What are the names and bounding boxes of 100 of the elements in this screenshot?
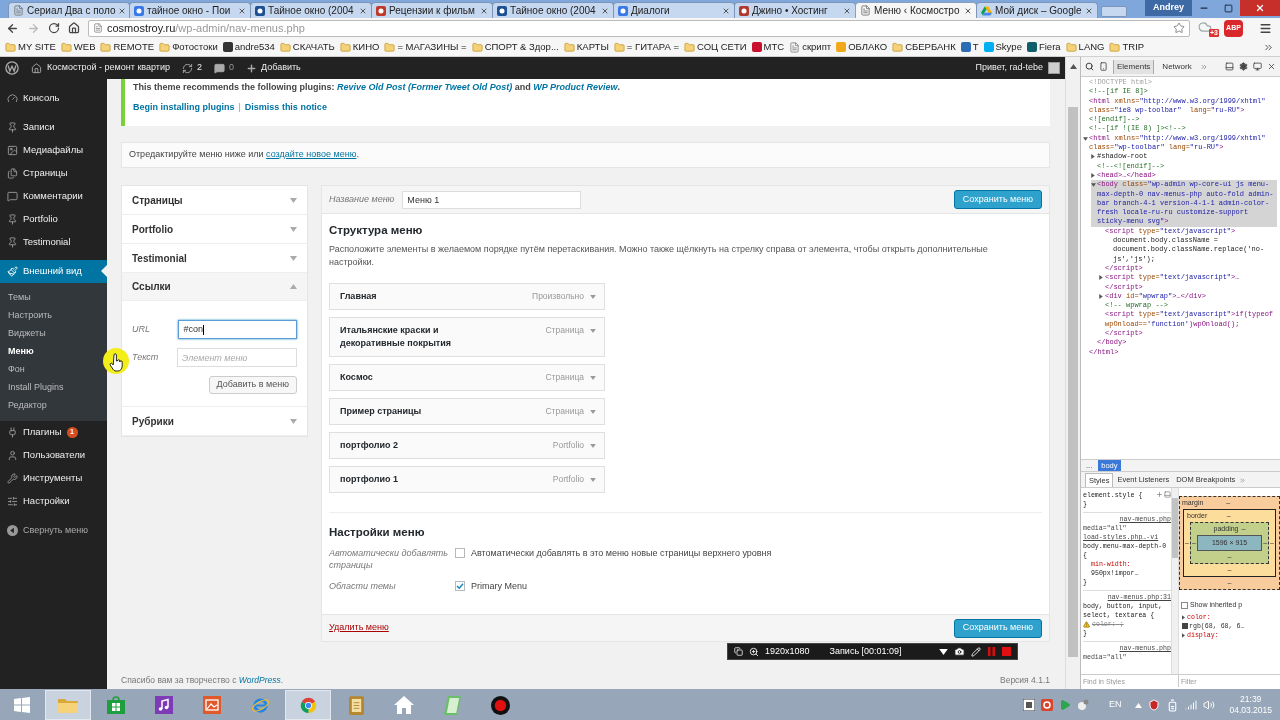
notice-action-link[interactable]: Dismiss this notice <box>244 102 327 113</box>
home-icon[interactable] <box>68 22 80 34</box>
bookmark[interactable]: КАРТЫ <box>562 39 610 55</box>
sidebar-item[interactable]: Записи <box>0 116 107 139</box>
submenu-item[interactable]: Меню <box>0 343 107 361</box>
bookmark[interactable]: LANG <box>1064 39 1106 55</box>
bookmark[interactable]: СОЦ СЕТИ <box>683 39 748 55</box>
camera-icon[interactable] <box>954 646 965 657</box>
checkbox[interactable] <box>455 548 465 558</box>
checkbox[interactable] <box>1181 601 1188 609</box>
menu-icon[interactable] <box>1259 21 1272 35</box>
close-icon[interactable] <box>118 6 127 15</box>
bookmark[interactable]: = МАГАЗИНЫ = <box>383 39 468 55</box>
panel-icon[interactable] <box>1225 62 1234 71</box>
sidebar-item[interactable]: Консоль <box>0 87 107 110</box>
scroll-thumb[interactable] <box>1068 107 1078 657</box>
logo-icon[interactable] <box>5 61 19 75</box>
submenu-item[interactable]: Редактор <box>0 397 107 415</box>
updates-link[interactable]: 2 <box>182 61 202 75</box>
sidebar-item[interactable]: Медиафайлы <box>0 139 107 162</box>
collapsed-arrow-icon[interactable] <box>1091 154 1095 160</box>
profile-button[interactable]: Andrey <box>1145 0 1192 16</box>
bookmark[interactable]: СКАЧАТЬ <box>278 39 336 55</box>
bookmark[interactable]: TRIP <box>1108 39 1146 55</box>
bookmark[interactable]: ОБЛАКО <box>835 39 889 55</box>
browser-tab[interactable]: Сериал Два с поло <box>8 2 130 18</box>
collapse-menu-button[interactable]: Свернуть меню <box>0 519 107 542</box>
close-icon[interactable] <box>359 6 367 15</box>
more-icon[interactable] <box>1199 62 1208 71</box>
cloud-icon[interactable] <box>1198 20 1212 34</box>
menu-name-field[interactable]: Меню 1 <box>402 190 582 209</box>
collapsed-arrow-icon[interactable] <box>1099 293 1103 299</box>
devtools-tab[interactable]: Network <box>1159 59 1195 74</box>
reload-icon[interactable] <box>48 22 60 34</box>
accordion-header[interactable]: Ссылки <box>122 273 307 301</box>
input-field[interactable]: Элемент меню <box>177 348 297 367</box>
sidebar-item[interactable]: Страницы <box>0 162 107 185</box>
bookmark[interactable]: Фотостоки <box>158 39 219 55</box>
input-field[interactable]: #con <box>178 320 297 339</box>
collapsed-arrow-icon[interactable] <box>1099 275 1103 281</box>
tray-app-icon[interactable] <box>1040 699 1053 711</box>
monitor-icon[interactable] <box>1253 62 1262 71</box>
new-content-link[interactable]: Добавить <box>246 61 301 75</box>
shield-icon[interactable] <box>1148 699 1161 711</box>
two-squares-icon[interactable] <box>734 647 743 656</box>
browser-tab[interactable]: Тайное окно (2004 <box>250 2 372 18</box>
bookmark[interactable]: Skype <box>982 39 1023 55</box>
tray-app-icon[interactable] <box>1076 699 1089 711</box>
sidebar-item[interactable]: Пользователи <box>0 444 107 467</box>
sidebar-item[interactable]: Portfolio <box>0 208 107 231</box>
taskbar-app-button[interactable] <box>285 690 331 720</box>
panel-icon[interactable] <box>1164 491 1171 498</box>
comments-link[interactable]: 0 <box>214 61 234 75</box>
browser-tab[interactable]: Мой диск – Google <box>976 2 1098 18</box>
submenu-item[interactable]: Фон <box>0 361 107 379</box>
sidebar-item[interactable]: Инструменты <box>0 467 107 490</box>
signal-icon[interactable] <box>1185 699 1198 711</box>
bookmark[interactable]: МТС <box>750 39 786 55</box>
bookmark[interactable]: = ГИТАРА = <box>612 39 681 55</box>
close-window-button[interactable] <box>1240 0 1280 16</box>
close-icon[interactable] <box>238 6 246 15</box>
bookmark[interactable]: Fiera <box>1025 39 1062 55</box>
collapsed-arrow-icon[interactable] <box>1091 172 1095 178</box>
submenu-item[interactable]: Виджеты <box>0 325 107 343</box>
bookmark[interactable]: КИНО <box>338 39 381 55</box>
bookmark[interactable]: СБЕРБАНК <box>891 39 957 55</box>
site-link[interactable]: Космострой - ремонт квартир <box>31 61 170 75</box>
scroll-up-icon[interactable] <box>1069 64 1077 69</box>
devtools-tab[interactable]: Elements <box>1113 59 1155 74</box>
tray-app-icon[interactable] <box>1022 699 1035 711</box>
sidebar-item[interactable]: Настройки <box>0 490 107 513</box>
pencil-icon[interactable] <box>971 646 981 657</box>
volume-icon[interactable] <box>1203 699 1216 711</box>
greeting-link[interactable]: Привет, rad-tebe <box>975 61 1043 75</box>
bookmark[interactable]: REMOTE <box>99 39 156 55</box>
bookmark[interactable]: WEB <box>59 39 97 55</box>
plugin-link[interactable]: Revive Old Post (Former Tweet Old Post) <box>337 82 513 92</box>
phone-icon[interactable] <box>1099 62 1108 71</box>
close-icon[interactable] <box>1267 62 1276 71</box>
bookmark[interactable]: скрипт <box>788 39 833 55</box>
bookmark[interactable]: СПОРТ & Здор... <box>470 39 560 55</box>
close-icon[interactable] <box>843 6 851 15</box>
sidebar-item[interactable]: Комментарии <box>0 185 107 208</box>
close-icon[interactable] <box>964 6 972 15</box>
sidebar-item[interactable]: Внешний вид <box>0 260 107 283</box>
browser-tab[interactable]: Тайное окно (2004 <box>492 2 614 18</box>
close-icon[interactable] <box>722 6 730 15</box>
expanded-arrow-icon[interactable] <box>1083 136 1088 141</box>
pause-icon[interactable] <box>987 647 996 656</box>
bookmark-star-icon[interactable] <box>1173 22 1185 34</box>
browser-tab[interactable]: Диалоги <box>613 2 735 18</box>
new-tab-button[interactable] <box>1101 6 1127 17</box>
caret-icon[interactable] <box>939 648 948 655</box>
browser-tab[interactable]: Джино • Хостинг <box>734 2 856 18</box>
expanded-arrow-icon[interactable] <box>1091 183 1096 188</box>
wordpress-link[interactable]: WordPress <box>238 675 281 686</box>
bookmark[interactable]: andre534 <box>221 39 276 55</box>
close-icon[interactable] <box>1085 6 1093 15</box>
add-rule-icon[interactable] <box>1156 491 1163 498</box>
settings-icon[interactable] <box>1239 62 1248 71</box>
